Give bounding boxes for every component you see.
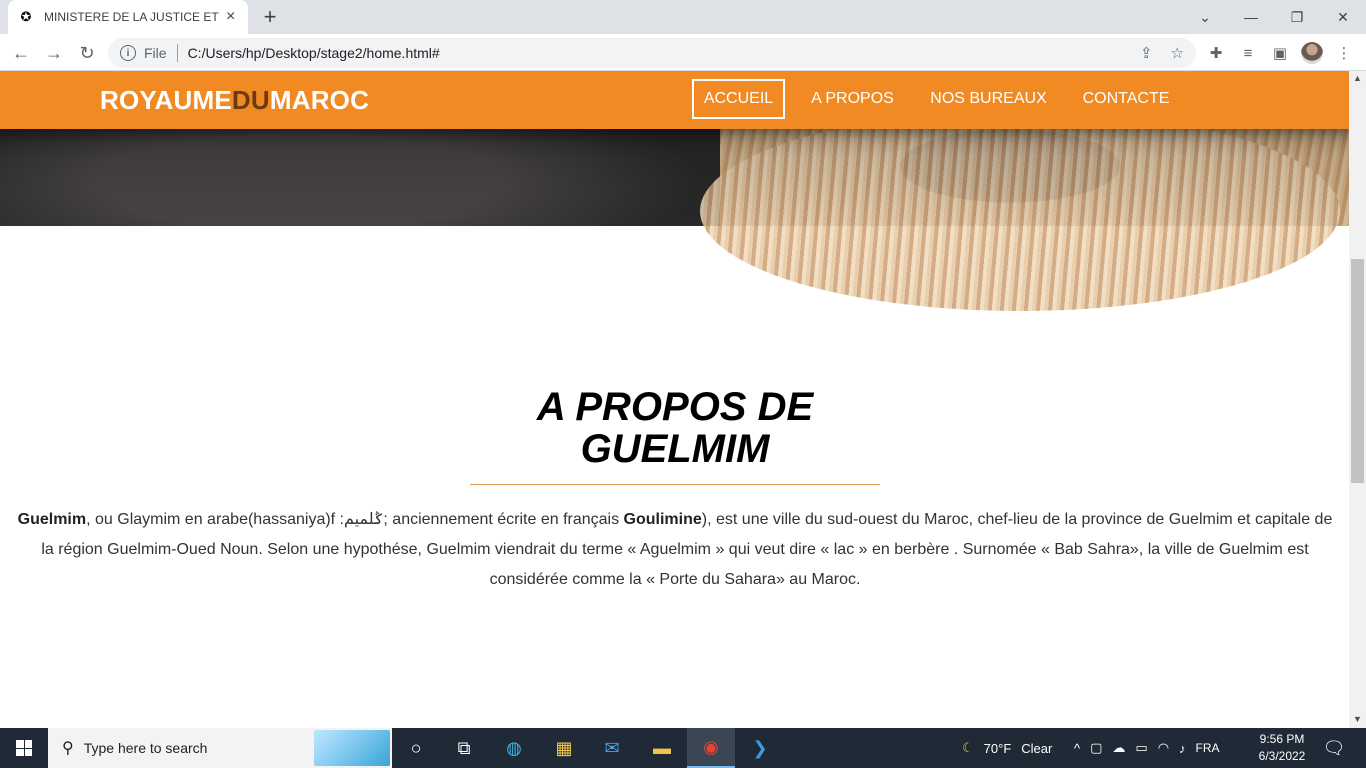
weather-temp: 70°F: [983, 740, 1012, 756]
tab-search-chevron-icon[interactable]: ⌄: [1182, 0, 1228, 34]
scroll-up-arrow-icon[interactable]: ▲: [1353, 73, 1362, 83]
about-paragraph: Guelmim, ou Glaymim en arabe(hassaniya)f…: [16, 505, 1334, 595]
title-underline: [470, 484, 880, 485]
site-navbar: ROYAUMEDUMAROC ACCUEIL A PROPOS NOS BURE…: [0, 71, 1349, 129]
windows-taskbar: ⚲ Type here to search ○ ⧉ ◍ ▦ ✉ ▬ ◉ ❯ ☾ …: [0, 728, 1366, 768]
language-indicator[interactable]: FRA: [1196, 741, 1220, 755]
nav-link-a-propos[interactable]: A PROPOS: [801, 79, 904, 119]
bookmark-star-icon[interactable]: ☆: [1171, 44, 1184, 62]
chrome-icon[interactable]: ◉: [687, 728, 735, 768]
tab-title: MINISTERE DE LA JUSTICE ET DES: [44, 10, 220, 24]
start-button[interactable]: [0, 728, 48, 768]
page-viewport: ROYAUMEDUMAROC ACCUEIL A PROPOS NOS BURE…: [0, 71, 1349, 728]
close-window-button[interactable]: ✕: [1320, 0, 1366, 34]
weather-desc: Clear: [1021, 740, 1053, 756]
back-button[interactable]: ←: [8, 40, 34, 66]
file-explorer-icon[interactable]: ▬: [638, 728, 686, 768]
brand-part-2: DU: [231, 85, 270, 115]
scrollbar-thumb[interactable]: [1351, 259, 1364, 483]
moon-icon: ☾: [962, 740, 974, 755]
search-placeholder: Type here to search: [83, 740, 208, 756]
reload-button[interactable]: ↻: [74, 40, 100, 66]
scroll-down-arrow-icon[interactable]: ▼: [1353, 714, 1362, 724]
forward-button[interactable]: →: [41, 40, 67, 66]
media-control-icon[interactable]: ≡: [1238, 43, 1258, 63]
brand-part-3: MAROC: [269, 85, 370, 115]
microsoft-store-icon[interactable]: ▦: [540, 728, 588, 768]
browser-tab-strip: ✪ MINISTERE DE LA JUSTICE ET DES × + ⌄ —…: [0, 0, 1366, 34]
nav-link-accueil[interactable]: ACCUEIL: [692, 79, 785, 119]
meet-now-icon[interactable]: ▢: [1090, 740, 1102, 756]
share-icon[interactable]: ⇪: [1140, 44, 1153, 62]
url-text: C:/Users/hp/Desktop/stage2/home.html#: [187, 45, 440, 61]
browser-toolbar: ← → ↻ i File C:/Users/hp/Desktop/stage2/…: [0, 34, 1366, 71]
edge-browser-icon[interactable]: ◍: [490, 728, 538, 768]
volume-icon[interactable]: ♪: [1179, 741, 1186, 756]
notifications-icon[interactable]: 🗨: [1314, 728, 1354, 768]
paragraph-text-1: , ou Glaymim en arabe(hassaniya)f :ݣلميم…: [86, 511, 624, 528]
cortana-icon[interactable]: ○: [392, 728, 440, 768]
gavel-wood-image: [700, 111, 1340, 311]
site-brand-logo[interactable]: ROYAUMEDUMAROC: [100, 85, 369, 116]
windows-logo-icon: [16, 740, 32, 756]
onedrive-cloud-icon[interactable]: ☁: [1112, 740, 1125, 756]
info-icon[interactable]: i: [120, 45, 136, 61]
clock-time: 9:56 PM: [1259, 732, 1305, 746]
search-icon: ⚲: [62, 740, 74, 757]
browser-tab[interactable]: ✪ MINISTERE DE LA JUSTICE ET DES ×: [8, 0, 248, 34]
address-bar[interactable]: i File C:/Users/hp/Desktop/stage2/home.h…: [108, 38, 1196, 68]
close-tab-icon[interactable]: ×: [226, 8, 235, 26]
nav-link-contacte[interactable]: CONTACTE: [1073, 79, 1179, 119]
taskbar-search-box[interactable]: ⚲ Type here to search: [48, 728, 392, 768]
bold-goulimine: Goulimine: [623, 511, 702, 528]
extensions-puzzle-icon[interactable]: ✚: [1206, 43, 1226, 63]
mail-icon[interactable]: ✉: [588, 728, 636, 768]
show-hidden-icons-chevron-icon[interactable]: ^: [1074, 741, 1080, 756]
minimize-button[interactable]: —: [1228, 0, 1274, 34]
profile-avatar[interactable]: [1301, 42, 1323, 64]
browser-menu-icon[interactable]: ⋮: [1334, 43, 1354, 63]
morocco-emblem-icon: ✪: [20, 9, 32, 24]
brand-part-1: ROYAUME: [100, 85, 232, 115]
side-panel-icon[interactable]: ▣: [1270, 43, 1290, 63]
task-view-icon[interactable]: ⧉: [440, 728, 488, 768]
taskbar-clock[interactable]: 9:56 PM 6/3/2022: [1250, 731, 1314, 765]
vscode-icon[interactable]: ❯: [736, 728, 784, 768]
url-separator: [176, 44, 178, 62]
new-tab-button[interactable]: +: [258, 4, 282, 29]
wifi-icon[interactable]: ◠: [1158, 740, 1169, 756]
weather-widget[interactable]: ☾ 70°F Clear: [962, 728, 1052, 768]
system-tray: ^ ▢ ☁ ▭ ◠ ♪ FRA: [1074, 728, 1220, 768]
page-scrollbar[interactable]: ▲ ▼: [1349, 71, 1366, 728]
about-title: A PROPOS DE GUELMIM: [536, 385, 814, 471]
bold-guelmim: Guelmim: [17, 511, 87, 528]
battery-icon[interactable]: ▭: [1135, 740, 1147, 756]
restore-button[interactable]: ❐: [1274, 0, 1320, 34]
clock-date: 6/3/2022: [1258, 749, 1306, 763]
nav-link-nos-bureaux[interactable]: NOS BUREAUX: [920, 79, 1057, 119]
url-scheme: File: [144, 45, 167, 61]
search-highlight-image: [314, 730, 390, 766]
